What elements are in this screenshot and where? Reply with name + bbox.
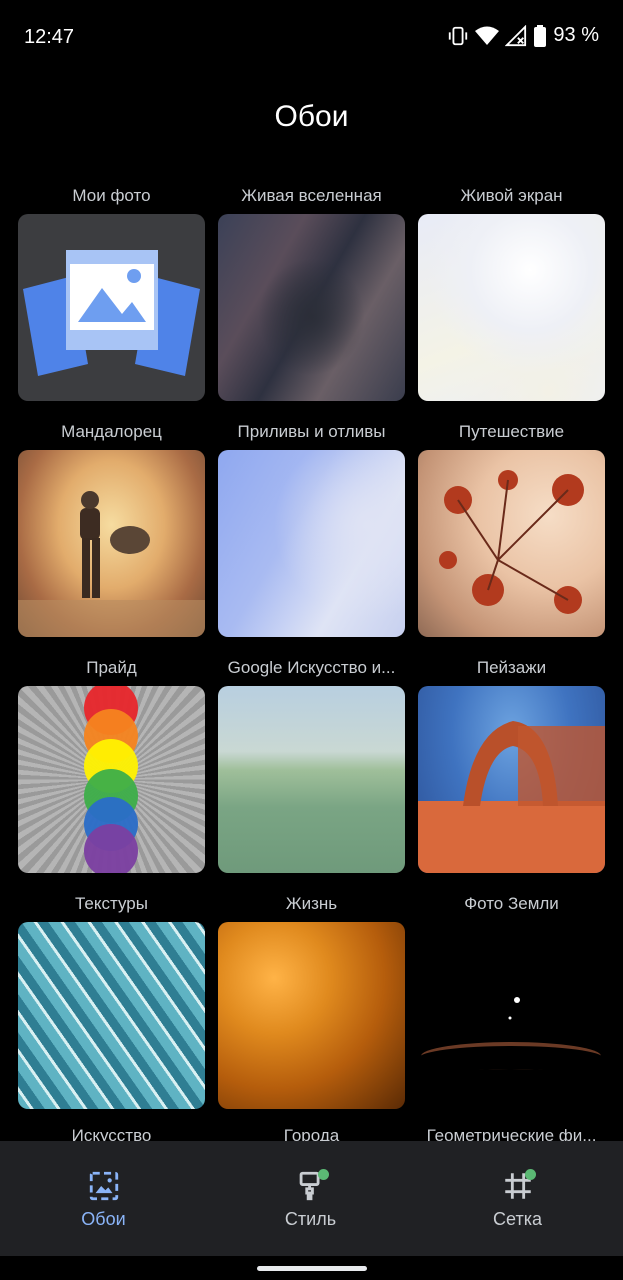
battery-icon [533, 24, 547, 47]
nav-label: Стиль [284, 1209, 337, 1229]
battery-percent: 93 % [553, 24, 599, 46]
category-thumbnail[interactable] [218, 686, 405, 873]
category-life[interactable]: Жизнь [218, 890, 405, 1109]
nav-item-style[interactable]: Стиль [207, 1141, 414, 1256]
category-pride[interactable]: Прайд [18, 654, 205, 873]
category-my-photos[interactable]: Мои фото [18, 182, 205, 401]
category-google-art[interactable]: Google Искусство и... [218, 654, 405, 873]
category-thumbnail[interactable] [18, 922, 205, 1109]
category-thumbnail[interactable] [418, 214, 605, 401]
bottom-navigation: Обои Стиль Сетка [0, 1141, 623, 1256]
page-title: Обои [274, 100, 349, 133]
category-label: Фото Земли [464, 894, 559, 913]
category-label: Мандалорец [61, 422, 162, 441]
grid-badge [525, 1169, 536, 1180]
nav-item-wallpapers[interactable]: Обои [0, 1141, 207, 1256]
category-tides[interactable]: Приливы и отливы [218, 418, 405, 637]
category-label: Живая вселенная [241, 186, 382, 205]
flower-image [439, 470, 584, 614]
category-label: Текстуры [75, 894, 148, 913]
category-thumbnail[interactable] [218, 214, 405, 401]
rainbow-circles [84, 686, 138, 873]
arch-image [418, 721, 605, 873]
category-thumbnail[interactable] [18, 214, 205, 401]
status-bar: 12:47 93 % [0, 0, 623, 76]
photos-icon [23, 250, 200, 376]
category-mandalorian[interactable]: Мандалорец [18, 418, 205, 637]
mandalorian-figure [18, 491, 205, 637]
category-thumbnail[interactable] [218, 922, 405, 1109]
status-time: 12:47 [24, 26, 75, 48]
category-live-screen[interactable]: Живой экран [418, 182, 605, 401]
nav-item-grid[interactable]: Сетка [414, 1141, 621, 1256]
category-landscapes[interactable]: Пейзажи [418, 654, 605, 873]
category-textures[interactable]: Текстуры [18, 890, 205, 1109]
vibrate-icon [447, 25, 469, 47]
category-thumbnail[interactable] [18, 450, 205, 637]
status-icons: 93 % [447, 24, 599, 47]
category-label: Жизнь [285, 894, 338, 913]
category-label: Прайд [86, 658, 137, 677]
category-earth-photos[interactable]: Фото Земли [418, 890, 605, 1109]
earth-horizon-image [419, 997, 603, 1070]
category-travel[interactable]: Путешествие [418, 418, 605, 637]
gesture-handle[interactable] [257, 1266, 367, 1271]
category-label: Пейзажи [476, 658, 547, 677]
wallpaper-icon [87, 1169, 121, 1203]
category-label: Мои фото [72, 186, 151, 205]
category-label: Приливы и отливы [237, 422, 386, 441]
category-thumbnail[interactable] [18, 686, 205, 873]
category-thumbnail[interactable] [418, 922, 605, 1109]
nav-label: Сетка [493, 1209, 542, 1229]
wifi-icon [475, 25, 500, 47]
category-thumbnail[interactable] [418, 450, 605, 637]
style-badge [318, 1169, 329, 1180]
cellular-signal-icon [505, 24, 527, 47]
category-label: Живой экран [460, 186, 563, 205]
category-label: Путешествие [458, 422, 565, 441]
category-thumbnail[interactable] [218, 450, 405, 637]
category-live-universe[interactable]: Живая вселенная [218, 182, 405, 401]
nav-label: Обои [81, 1209, 126, 1229]
category-thumbnail[interactable] [418, 686, 605, 873]
category-label: Google Искусство и... [227, 658, 396, 677]
